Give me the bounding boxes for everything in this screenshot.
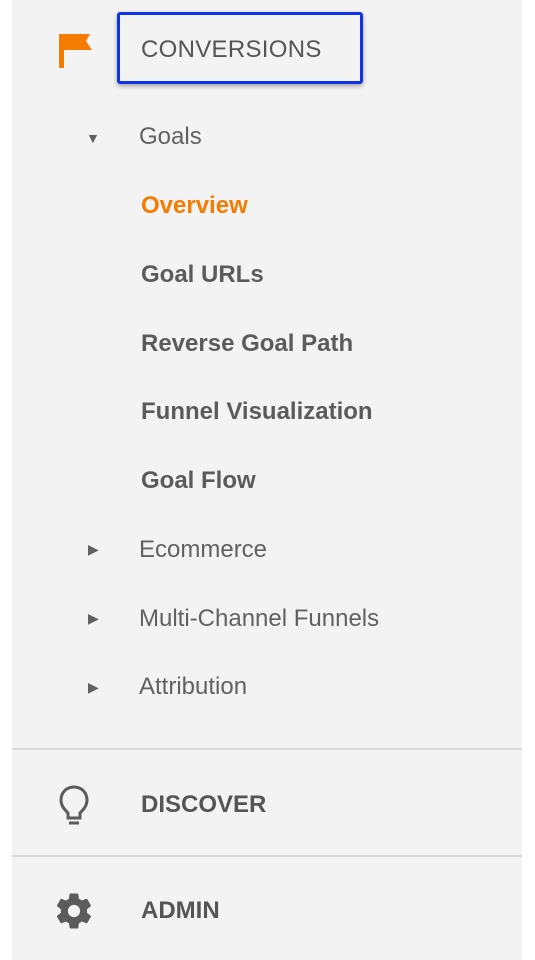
- tree-group-goals[interactable]: Goals: [139, 123, 202, 151]
- section-title-conversions[interactable]: CONVERSIONS: [141, 36, 322, 64]
- nav-item-goal-flow[interactable]: Goal Flow: [141, 467, 256, 495]
- caret-right-icon[interactable]: ▶: [88, 608, 99, 628]
- nav-item-discover[interactable]: DISCOVER: [141, 791, 266, 819]
- flag-icon: [59, 34, 92, 68]
- gear-icon: [56, 893, 91, 929]
- caret-right-icon[interactable]: ▶: [88, 539, 99, 559]
- lightbulb-icon: [59, 785, 89, 825]
- nav-item-funnel-visualization[interactable]: Funnel Visualization: [141, 398, 373, 426]
- tree-group-attribution[interactable]: Attribution: [139, 673, 247, 701]
- divider: [12, 855, 522, 857]
- nav-item-overview[interactable]: Overview: [141, 192, 248, 220]
- divider: [12, 748, 522, 750]
- caret-right-icon[interactable]: ▶: [88, 677, 99, 697]
- nav-item-reverse-goal-path[interactable]: Reverse Goal Path: [141, 330, 353, 358]
- tree-group-ecommerce[interactable]: Ecommerce: [139, 536, 267, 564]
- caret-down-icon[interactable]: ▼: [86, 128, 100, 148]
- tree-group-multi-channel-funnels[interactable]: Multi-Channel Funnels: [139, 605, 379, 633]
- nav-item-admin[interactable]: ADMIN: [141, 897, 220, 925]
- nav-item-goal-urls[interactable]: Goal URLs: [141, 261, 264, 289]
